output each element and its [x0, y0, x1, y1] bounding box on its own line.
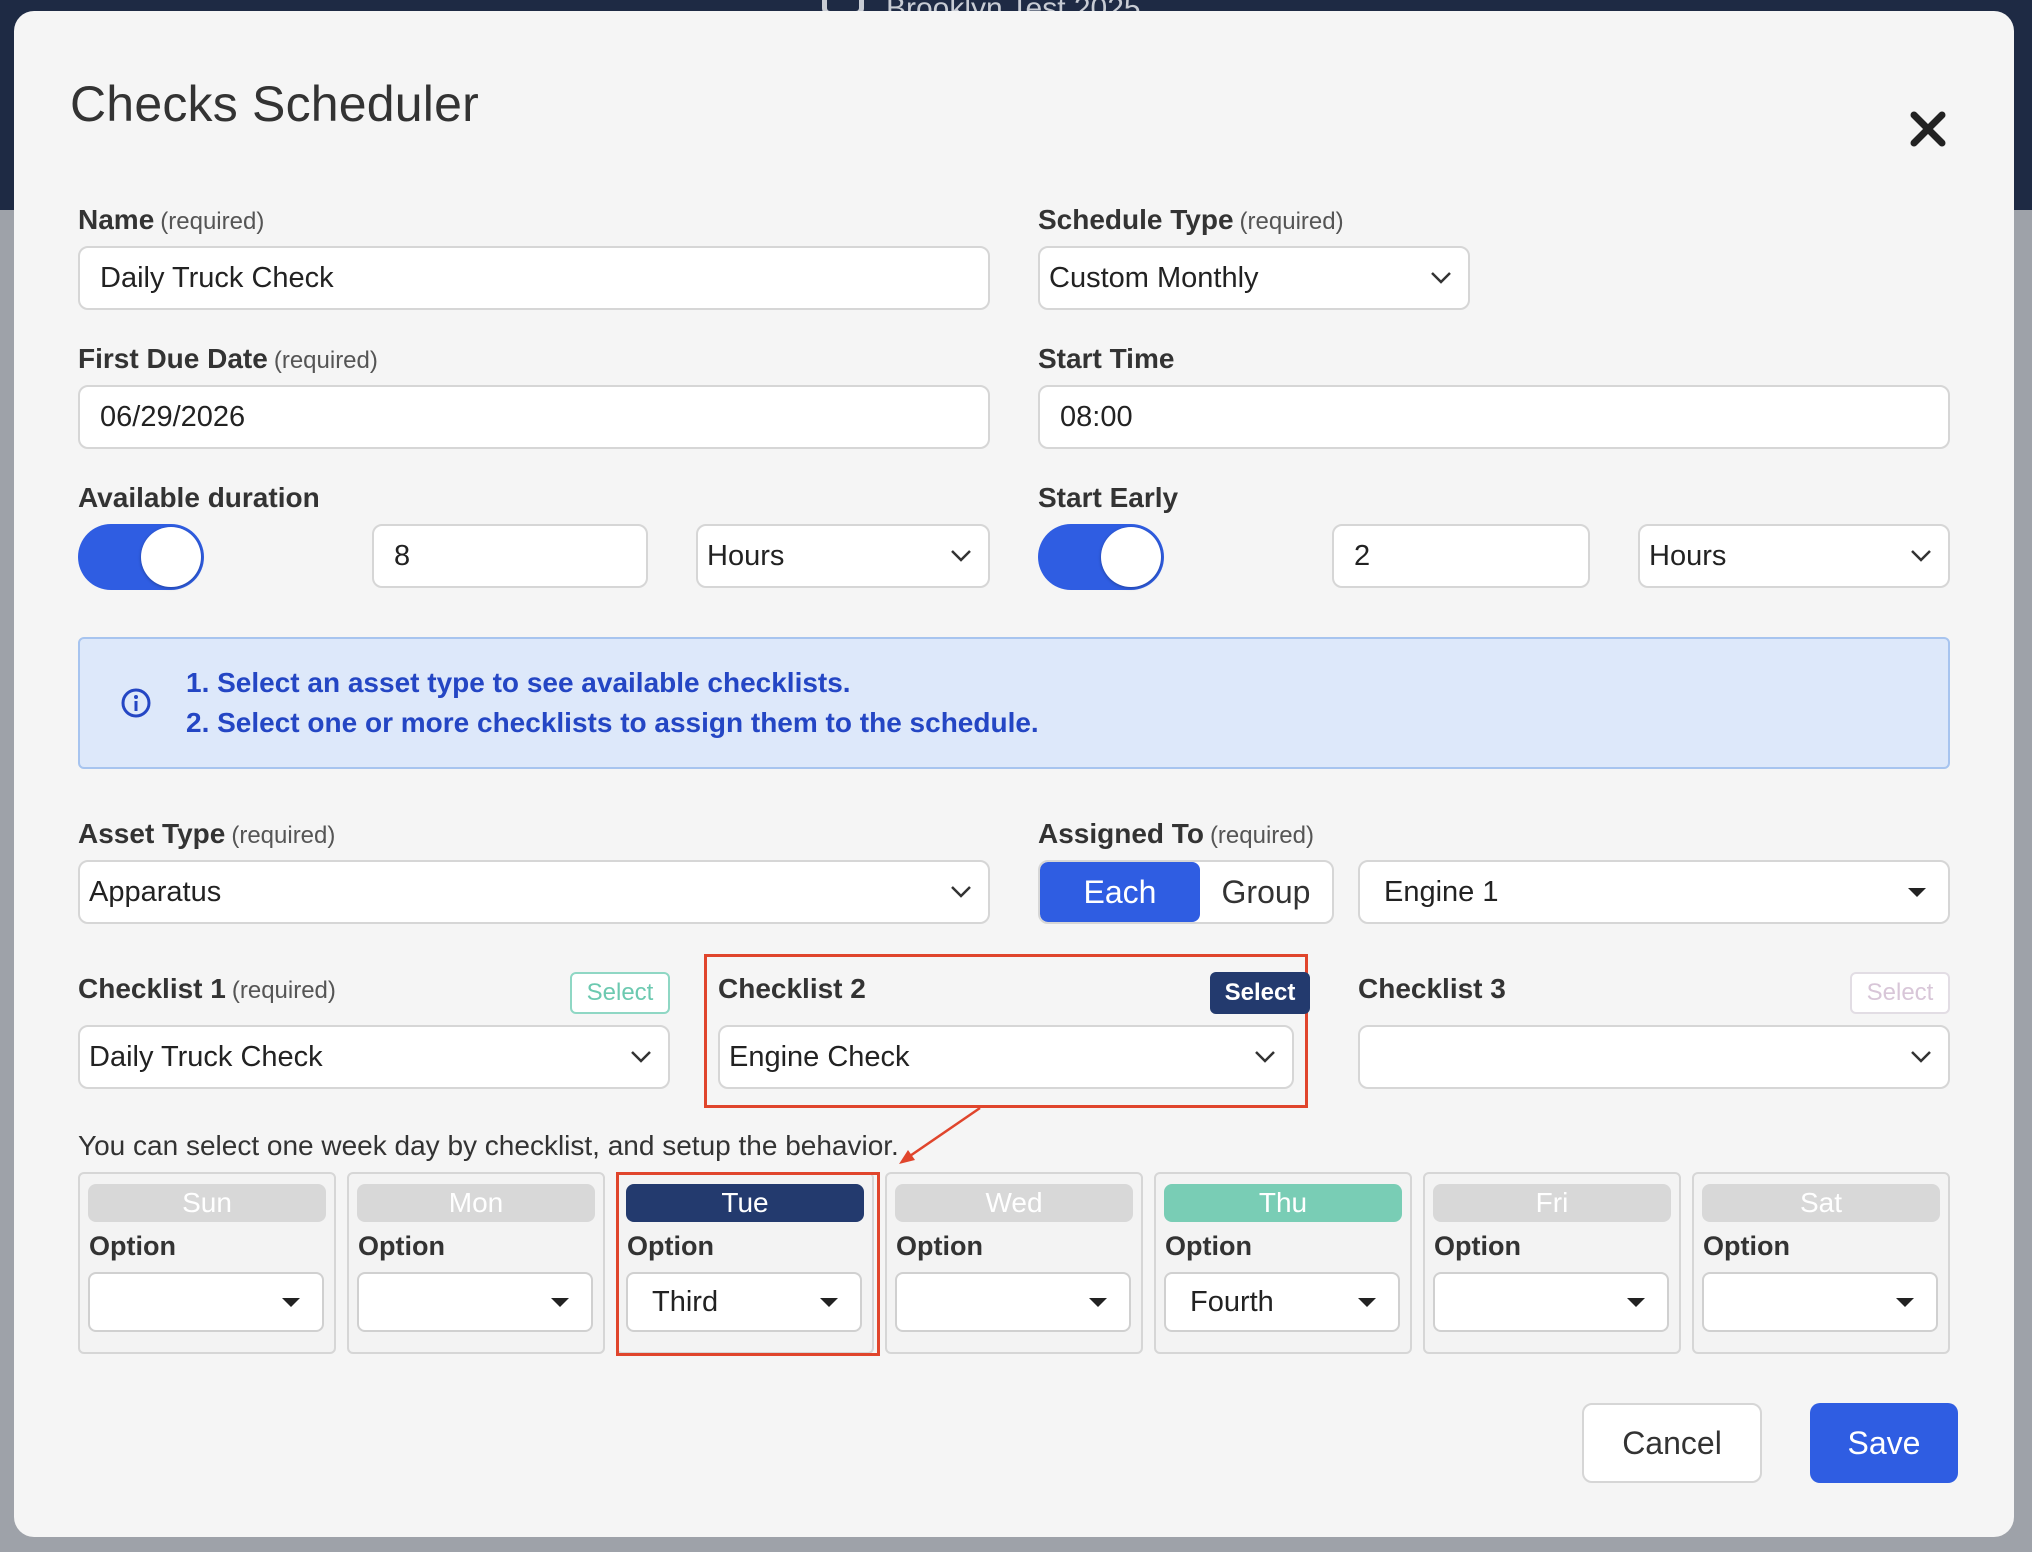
chevron-down-icon — [950, 885, 972, 899]
schedule-type-label: Schedule Type (required) — [1038, 204, 1344, 235]
asset-type-label: Asset Type (required) — [78, 818, 336, 849]
asset-type-value: Apparatus — [89, 875, 222, 908]
name-label: Name (required) — [78, 204, 265, 235]
schedule-type-value: Custom Monthly — [1049, 261, 1259, 294]
chevron-down-icon — [630, 1050, 652, 1064]
close-icon — [1910, 111, 1946, 147]
start-time-input[interactable]: 08:00 — [1038, 385, 1950, 449]
chevron-down-icon — [1254, 1050, 1276, 1064]
option-label: Option — [1165, 1231, 1252, 1261]
option-select-thu[interactable]: Fourth — [1164, 1272, 1400, 1332]
day-toggle-wed[interactable]: Wed — [895, 1184, 1133, 1222]
toggle-knob — [141, 527, 201, 587]
start-time-value: 08:00 — [1060, 400, 1133, 433]
weekday-card-wed: Wed Option — [885, 1172, 1143, 1354]
chevron-down-icon — [950, 549, 972, 563]
info-line-1: 1. Select an asset type to see available… — [186, 667, 851, 698]
close-button[interactable] — [1904, 105, 1952, 153]
caret-down-icon — [1089, 1298, 1107, 1307]
start-early-toggle[interactable] — [1038, 524, 1164, 590]
chevron-down-icon — [1910, 1050, 1932, 1064]
checklist-1-value: Daily Truck Check — [89, 1040, 323, 1073]
checklist-3-label: Checklist 3 — [1358, 973, 1506, 1004]
start-time-label: Start Time — [1038, 343, 1175, 374]
available-duration-amount-input[interactable]: 8 — [372, 524, 648, 588]
chevron-down-icon — [1910, 549, 1932, 563]
day-toggle-thu[interactable]: Thu — [1164, 1184, 1402, 1222]
start-early-unit-value: Hours — [1649, 539, 1727, 572]
caret-down-icon — [1358, 1298, 1376, 1307]
asset-type-select[interactable]: Apparatus — [78, 860, 990, 924]
option-label: Option — [896, 1231, 983, 1261]
start-early-amount-value: 2 — [1354, 539, 1371, 572]
checklist-2-label: Checklist 2 — [718, 973, 866, 1004]
start-early-label: Start Early — [1038, 482, 1179, 513]
option-value: Fourth — [1190, 1285, 1274, 1318]
name-input[interactable]: Daily Truck Check — [78, 246, 990, 310]
start-early-unit-select[interactable]: Hours — [1638, 524, 1950, 588]
assigned-target-select[interactable]: Engine 1 — [1358, 860, 1950, 924]
option-select-mon[interactable] — [357, 1272, 593, 1332]
available-duration-unit-value: Hours — [707, 539, 785, 572]
day-toggle-fri[interactable]: Fri — [1433, 1184, 1671, 1222]
info-circle-icon — [120, 687, 152, 719]
weekday-card-fri: Fri Option — [1423, 1172, 1681, 1354]
assigned-each-button[interactable]: Each — [1040, 862, 1200, 922]
info-line-2: 2. Select one or more checklists to assi… — [186, 707, 1039, 738]
option-label: Option — [89, 1231, 176, 1261]
checklist-3-select-button[interactable]: Select — [1850, 972, 1950, 1014]
first-due-date-label: First Due Date (required) — [78, 343, 378, 374]
day-toggle-mon[interactable]: Mon — [357, 1184, 595, 1222]
save-button[interactable]: Save — [1810, 1403, 1958, 1483]
caret-down-icon — [551, 1298, 569, 1307]
start-early-amount-input[interactable]: 2 — [1332, 524, 1590, 588]
available-duration-toggle[interactable] — [78, 524, 204, 590]
weekday-card-mon: Mon Option — [347, 1172, 605, 1354]
checklist-1-select[interactable]: Daily Truck Check — [78, 1025, 670, 1089]
available-duration-amount-value: 8 — [394, 539, 411, 572]
weekday-card-sun: Sun Option — [78, 1172, 336, 1354]
assigned-target-value: Engine 1 — [1384, 875, 1499, 908]
checklist-2-select[interactable]: Engine Check — [718, 1025, 1294, 1089]
available-duration-label: Available duration — [78, 482, 320, 513]
checklist-1-label: Checklist 1 (required) — [78, 973, 336, 1004]
info-alert: 1. Select an asset type to see available… — [78, 637, 1950, 769]
name-input-value: Daily Truck Check — [100, 261, 334, 294]
checklist-2-value: Engine Check — [729, 1040, 910, 1073]
caret-down-icon — [1627, 1298, 1645, 1307]
option-select-sat[interactable] — [1702, 1272, 1938, 1332]
weekday-card-sat: Sat Option — [1692, 1172, 1950, 1354]
caret-down-icon — [1908, 888, 1926, 897]
caret-down-icon — [282, 1298, 300, 1307]
assigned-to-label: Assigned To (required) — [1038, 818, 1314, 849]
weekday-card-thu: Thu Option Fourth — [1154, 1172, 1412, 1354]
assigned-group-button[interactable]: Group — [1200, 862, 1332, 922]
day-toggle-sat[interactable]: Sat — [1702, 1184, 1940, 1222]
tue-highlight — [616, 1172, 880, 1356]
modal-title: Checks Scheduler — [70, 76, 479, 132]
checks-scheduler-modal: Checks Scheduler Name (required) Daily Tr… — [14, 11, 2014, 1537]
cancel-button[interactable]: Cancel — [1582, 1403, 1762, 1483]
checklist-2-select-button[interactable]: Select — [1210, 972, 1310, 1014]
first-due-date-input[interactable]: 06/29/2026 — [78, 385, 990, 449]
toggle-knob — [1101, 527, 1161, 587]
available-duration-unit-select[interactable]: Hours — [696, 524, 990, 588]
first-due-date-value: 06/29/2026 — [100, 400, 246, 433]
option-label: Option — [358, 1231, 445, 1261]
option-select-sun[interactable] — [88, 1272, 324, 1332]
schedule-type-select[interactable]: Custom Monthly — [1038, 246, 1470, 310]
option-label: Option — [1703, 1231, 1790, 1261]
option-label: Option — [1434, 1231, 1521, 1261]
option-select-fri[interactable] — [1433, 1272, 1669, 1332]
weekday-hint: You can select one week day by checklist… — [78, 1130, 899, 1161]
chevron-down-icon — [1430, 271, 1452, 285]
checklist-3-select[interactable] — [1358, 1025, 1950, 1089]
checklist-1-select-button[interactable]: Select — [570, 972, 670, 1014]
caret-down-icon — [1896, 1298, 1914, 1307]
day-toggle-sun[interactable]: Sun — [88, 1184, 326, 1222]
option-select-wed[interactable] — [895, 1272, 1131, 1332]
assigned-to-segmented-control: Each Group — [1038, 860, 1334, 924]
